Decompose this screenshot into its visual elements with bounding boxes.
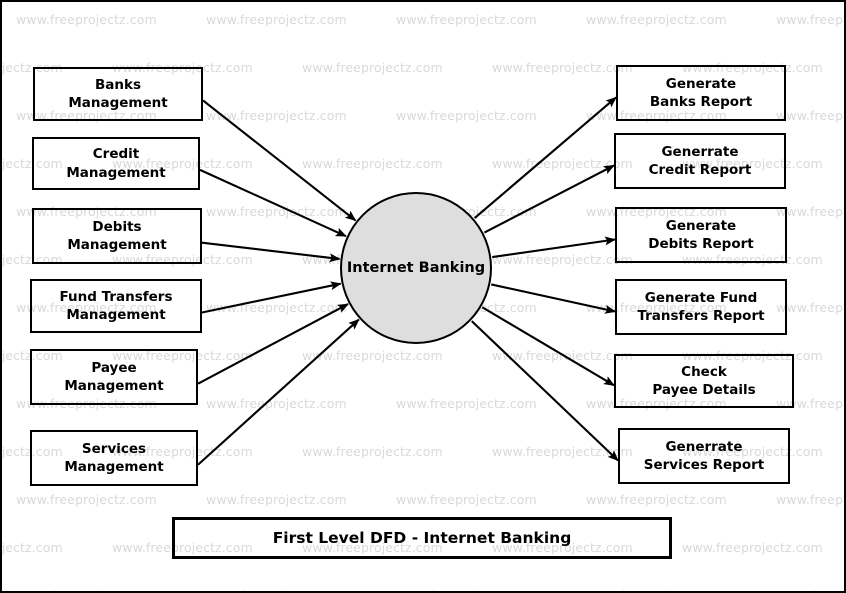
- entity-generate-debits-report[interactable]: Generate Debits Report: [615, 207, 787, 263]
- entity-generate-banks-report[interactable]: Generate Banks Report: [616, 65, 786, 121]
- dfd-diagram-canvas: www.freeprojectz.com www.freeprojectz.com…: [0, 0, 846, 593]
- entity-label: Generrate Credit Report: [648, 143, 752, 178]
- entity-label: Generate Debits Report: [648, 217, 754, 252]
- entity-fund-transfers-management[interactable]: Fund Transfers Management: [30, 279, 202, 333]
- entity-generate-fund-transfers-report[interactable]: Generate Fund Transfers Report: [615, 279, 787, 335]
- entity-label: Check Payee Details: [652, 363, 756, 398]
- entity-label: Fund Transfers Management: [59, 288, 173, 323]
- entity-label: Banks Management: [68, 76, 168, 111]
- entity-label: Payee Management: [64, 359, 164, 394]
- entity-label: Debits Management: [67, 218, 167, 253]
- entity-services-management[interactable]: Services Management: [30, 430, 198, 486]
- diagram-title: First Level DFD - Internet Banking: [272, 529, 572, 547]
- entity-generrate-services-report[interactable]: Generrate Services Report: [618, 428, 790, 484]
- process-internet-banking[interactable]: Internet Banking: [340, 192, 492, 344]
- entity-check-payee-details[interactable]: Check Payee Details: [614, 354, 794, 408]
- diagram-title-box: First Level DFD - Internet Banking: [172, 517, 672, 559]
- entity-credit-management[interactable]: Credit Management: [32, 137, 200, 190]
- entity-generrate-credit-report[interactable]: Generrate Credit Report: [614, 133, 786, 189]
- process-label: Internet Banking: [346, 260, 486, 276]
- entity-banks-management[interactable]: Banks Management: [33, 67, 203, 121]
- entity-debits-management[interactable]: Debits Management: [32, 208, 202, 264]
- entity-label: Generrate Services Report: [643, 438, 765, 473]
- entity-payee-management[interactable]: Payee Management: [30, 349, 198, 405]
- entity-label: Generate Fund Transfers Report: [637, 289, 765, 324]
- entity-label: Generate Banks Report: [649, 75, 753, 110]
- entity-label: Credit Management: [66, 146, 166, 181]
- entity-label: Services Management: [64, 440, 164, 475]
